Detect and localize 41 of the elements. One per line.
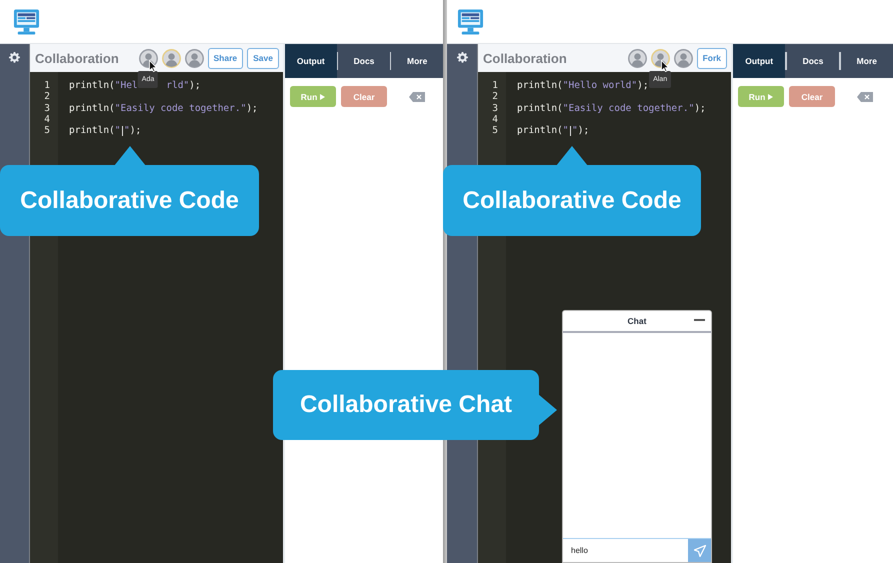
settings-icon[interactable] <box>9 52 20 63</box>
code-line: println("Easily code together."); <box>69 102 259 114</box>
line-number: 2 <box>43 91 50 103</box>
play-icon <box>768 94 774 100</box>
code-line: println("Hello world"); <box>517 80 650 92</box>
backspace-icon[interactable] <box>857 92 873 102</box>
line-number: 3 <box>43 102 50 114</box>
line-number: 1 <box>491 80 498 92</box>
panel-tab[interactable]: More <box>840 44 893 78</box>
text-cursor <box>570 126 571 136</box>
panel-tab[interactable]: More <box>391 44 444 78</box>
monitor-icon[interactable] <box>457 8 484 36</box>
callout-pointer <box>556 146 588 166</box>
line-number: 1 <box>43 80 50 92</box>
chat-title: Chat <box>628 316 646 326</box>
line-number: 5 <box>491 125 498 136</box>
avatar-icon[interactable] <box>650 48 670 68</box>
line-number: 3 <box>491 102 498 114</box>
code-line: println("Easily code together."); <box>517 102 707 114</box>
panel-tab[interactable]: Docs <box>786 44 840 78</box>
line-number: 4 <box>491 114 498 126</box>
callout-pointer <box>538 394 557 426</box>
settings-icon[interactable] <box>456 52 468 63</box>
callout-pointer <box>114 146 146 166</box>
monitor-icon[interactable] <box>13 8 40 36</box>
play-icon <box>320 94 326 100</box>
avatar-icon[interactable] <box>138 48 158 68</box>
line-number: 4 <box>43 114 50 126</box>
line-number: 5 <box>43 125 50 136</box>
send-icon <box>694 544 706 556</box>
text-cursor <box>122 126 123 136</box>
send-button[interactable] <box>688 539 711 562</box>
panel-tab[interactable]: Docs <box>338 44 390 78</box>
backspace-icon[interactable] <box>409 92 425 102</box>
code-line: println(" "); <box>517 125 590 136</box>
editor-title: Collaboration <box>483 50 568 66</box>
panel-tab[interactable]: Output <box>733 44 786 78</box>
line-number: 2 <box>491 91 498 103</box>
panel-tab[interactable]: Output <box>285 44 337 78</box>
editor-title: Collaboration <box>35 50 120 66</box>
code-line: println(" "); <box>69 125 142 136</box>
